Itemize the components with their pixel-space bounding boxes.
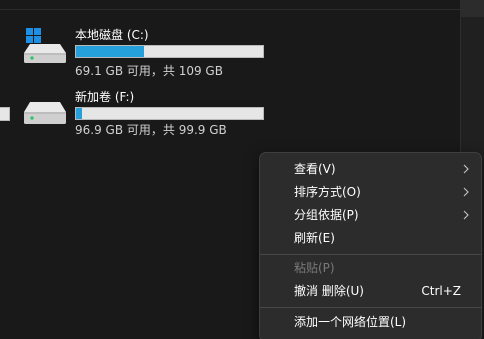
drive-c-space-info: 69.1 GB 可用，共 109 GB	[75, 64, 223, 78]
truncated-drive-bar	[0, 107, 10, 121]
menu-item-refresh[interactable]: 刷新(E)	[260, 227, 481, 250]
windows-drive-icon	[24, 28, 66, 63]
menu-item-sort-by-label: 排序方式(O)	[294, 185, 361, 199]
context-menu: 查看(V) 排序方式(O) 分组依据(P) 刷新(E) 粘贴(P) 撤消 删除(…	[259, 152, 482, 339]
drive-c-usage-bar	[75, 45, 264, 58]
drive-f-space-info: 96.9 GB 可用，共 99.9 GB	[75, 123, 227, 137]
drive-f-name: 新加卷 (F:)	[75, 90, 135, 104]
menu-item-paste-label: 粘贴(P)	[294, 261, 335, 275]
menu-item-refresh-label: 刷新(E)	[294, 231, 335, 245]
menu-item-view[interactable]: 查看(V)	[260, 158, 481, 181]
menu-item-undo-delete[interactable]: 撤消 删除(U) Ctrl+Z	[260, 280, 481, 303]
chevron-right-icon	[463, 187, 469, 197]
menu-item-undo-shortcut: Ctrl+Z	[421, 284, 461, 298]
menu-item-view-label: 查看(V)	[294, 162, 336, 176]
menu-item-group-by[interactable]: 分组依据(P)	[260, 204, 481, 227]
drive-f-usage-fill	[76, 108, 82, 119]
menu-item-add-network-location-label: 添加一个网络位置(L)	[294, 315, 407, 329]
right-pane-header	[460, 0, 484, 17]
drive-f-tile[interactable]: 新加卷 (F:) 96.9 GB 可用，共 99.9 GB	[22, 88, 272, 144]
file-explorer-this-pc: 本地磁盘 (C:) 69.1 GB 可用，共 109 GB 新加卷 (F:) 9…	[0, 0, 484, 339]
menu-item-undo-delete-label: 撤消 删除(U)	[294, 284, 364, 298]
drive-f-usage-bar	[75, 107, 264, 120]
drive-c-usage-fill	[76, 46, 145, 57]
chevron-right-icon	[463, 164, 469, 174]
menu-item-paste: 粘贴(P)	[260, 257, 481, 280]
menu-separator	[260, 307, 481, 308]
chevron-right-icon	[463, 210, 469, 220]
menu-item-add-network-location[interactable]: 添加一个网络位置(L)	[260, 311, 481, 334]
hard-drive-icon	[24, 102, 66, 124]
top-divider	[0, 9, 460, 10]
drive-c-tile[interactable]: 本地磁盘 (C:) 69.1 GB 可用，共 109 GB	[22, 26, 272, 82]
menu-separator	[260, 254, 481, 255]
drive-c-name: 本地磁盘 (C:)	[75, 28, 149, 42]
menu-item-group-by-label: 分组依据(P)	[294, 208, 359, 222]
menu-item-sort-by[interactable]: 排序方式(O)	[260, 181, 481, 204]
